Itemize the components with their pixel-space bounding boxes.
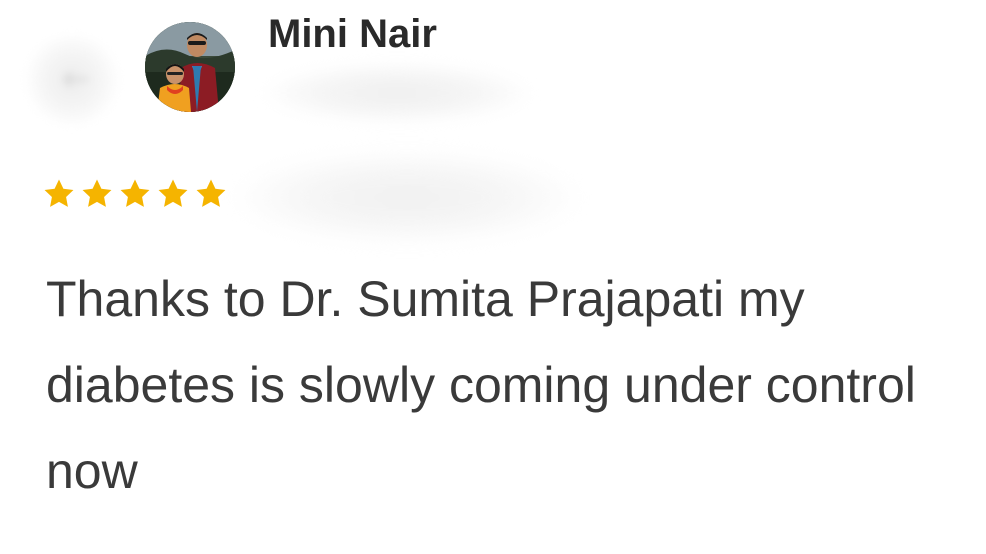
avatar-photo (145, 22, 235, 112)
review-card: ← Mini Nair Thanks to Dr. Sumita Prajapa… (0, 0, 986, 554)
back-arrow-icon: ← (62, 59, 91, 99)
reviewer-meta-blurred (262, 62, 532, 124)
reviewer-name: Mini Nair (268, 12, 437, 56)
back-button[interactable]: ← (22, 35, 122, 125)
star-rating (42, 177, 228, 211)
star-icon (196, 179, 226, 207)
star-icon (158, 179, 188, 207)
star-icon (82, 179, 112, 207)
review-text: Thanks to Dr. Sumita Prajapati my diabet… (46, 271, 916, 499)
star-icon (120, 179, 150, 207)
review-date-blurred (232, 150, 582, 245)
avatar[interactable] (145, 22, 235, 112)
star-icon (44, 179, 74, 207)
